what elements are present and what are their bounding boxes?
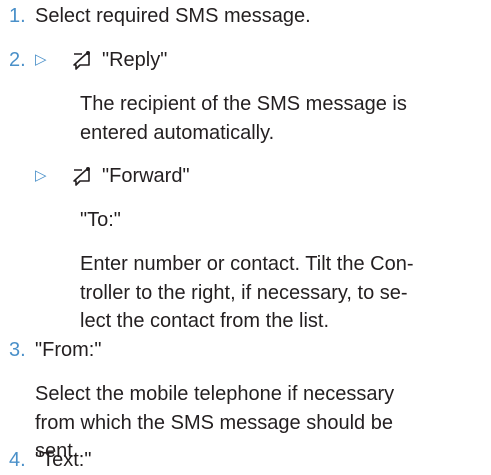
forward-to-label: "To:" <box>80 209 121 231</box>
reply-description-line: entered automatically. <box>80 121 275 144</box>
step-1-text: Select required SMS message. <box>35 5 311 27</box>
forward-description-line: Enter number or contact. Tilt the Con- <box>80 253 414 275</box>
arrow-right-icon: ▷ <box>35 167 47 184</box>
step-4-text: "Text:" <box>35 449 92 471</box>
options-menu-icon <box>72 50 92 72</box>
arrow-right-icon: ▷ <box>35 51 47 68</box>
reply-description: The recipient of the SMS message is ente… <box>80 90 491 147</box>
instruction-page: 1. Select required SMS message. 2. ▷ "Re… <box>0 0 491 474</box>
from-description-line: Select the mobile telephone if necessary <box>35 383 395 405</box>
from-description-line: from which the SMS message should be <box>35 411 393 434</box>
from-description: Select the mobile telephone if necessary… <box>35 380 455 466</box>
step-2-number: 2. <box>9 49 26 71</box>
forward-description-line: lect the contact from the list. <box>80 310 329 332</box>
step-3-text: "From:" <box>35 339 102 361</box>
forward-option-label: "Forward" <box>102 165 190 187</box>
options-menu-icon <box>72 166 92 188</box>
from-description-line: sent. <box>35 440 79 462</box>
step-3-number: 3. <box>9 339 26 361</box>
step-1-number: 1. <box>9 5 26 27</box>
forward-description: Enter number or contact. Tilt the Con- t… <box>80 250 491 336</box>
reply-description-line: The recipient of the SMS message is <box>80 93 407 115</box>
step-4-number: 4. <box>9 449 26 471</box>
reply-option-label: "Reply" <box>102 49 168 71</box>
forward-description-line: troller to the right, if necessary, to s… <box>80 281 408 304</box>
